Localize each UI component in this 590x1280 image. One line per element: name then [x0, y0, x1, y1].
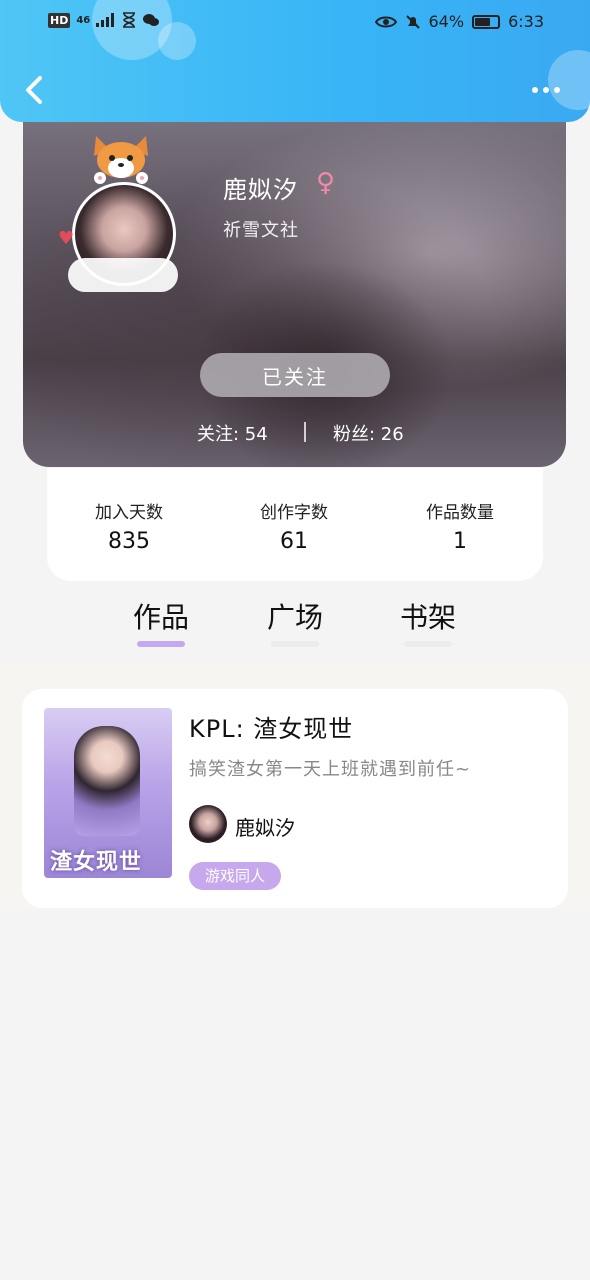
stat-works-count: 作品数量 1 — [390, 498, 530, 554]
female-icon: ♀ — [316, 168, 336, 198]
tab-indicator — [404, 641, 452, 647]
avatar-frame[interactable]: ♥ — [58, 132, 188, 292]
stat-label: 创作字数 — [260, 503, 328, 523]
tab-square[interactable]: 广场 — [250, 596, 340, 636]
cover-title-art: 渣女现世 — [50, 850, 143, 875]
stat-label: 作品数量 — [426, 503, 494, 523]
stat-value: 1 — [453, 529, 467, 554]
top-bar: HD 46 64% 6:33 — [0, 0, 590, 122]
battery-percent: 64% — [428, 12, 465, 31]
work-title[interactable]: KPL: 渣女现世 — [189, 709, 353, 744]
back-button[interactable] — [18, 70, 54, 110]
following-count[interactable]: 关注: 54 — [197, 420, 268, 446]
work-cover-image[interactable]: 渣女现世 — [44, 708, 172, 878]
stat-join-days: 加入天数 835 — [59, 498, 199, 554]
status-bar: HD 46 64% 6:33 — [0, 0, 590, 44]
tab-works[interactable]: 作品 — [116, 596, 206, 636]
user-organization[interactable]: 祈雪文社 — [223, 216, 299, 242]
signal-icon — [96, 13, 115, 27]
work-card[interactable]: 渣女现世 KPL: 渣女现世 搞笑渣女第一天上班就遇到前任~ 鹿姒汐 游戏同人 — [22, 689, 568, 908]
mute-bell-icon — [405, 14, 420, 29]
more-dot — [554, 87, 560, 93]
cloud-decoration — [68, 258, 178, 292]
tab-bar: 作品 广场 书架 — [0, 596, 590, 656]
corgi-decoration-icon — [94, 136, 148, 184]
profile-header: ♥ 鹿姒汐 ♀ 祈雪文社 已关注 关注: 54 粉丝: 26 — [23, 110, 566, 467]
stat-label: 加入天数 — [95, 503, 163, 523]
chevron-left-icon — [26, 76, 42, 104]
clock: 6:33 — [508, 12, 544, 31]
tab-bookshelf[interactable]: 书架 — [383, 596, 473, 636]
stat-value: 61 — [280, 529, 308, 554]
category-tag[interactable]: 游戏同人 — [189, 862, 282, 890]
more-dot — [532, 87, 538, 93]
more-dot — [543, 87, 549, 93]
user-name: 鹿姒汐 — [223, 176, 298, 204]
stat-word-count: 创作字数 61 — [224, 498, 364, 554]
battery-icon — [472, 14, 501, 29]
tab-indicator — [271, 641, 319, 647]
cover-figure — [74, 726, 140, 836]
more-button[interactable] — [526, 78, 566, 102]
network-label: 46 — [76, 14, 91, 26]
author-name[interactable]: 鹿姒汐 — [235, 812, 295, 841]
author-avatar[interactable] — [189, 805, 227, 843]
followed-button[interactable]: 已关注 — [200, 353, 390, 397]
divider — [304, 422, 306, 442]
heart-icon: ♥ — [58, 228, 75, 249]
tab-indicator-active — [137, 641, 185, 647]
wechat-icon — [143, 14, 160, 26]
stats-card: 加入天数 835 创作字数 61 作品数量 1 — [47, 468, 543, 581]
hd-badge: HD — [48, 12, 71, 28]
stat-value: 835 — [108, 529, 150, 554]
eye-icon — [374, 16, 397, 27]
fans-count[interactable]: 粉丝: 26 — [333, 420, 404, 446]
work-description: 搞笑渣女第一天上班就遇到前任~ — [189, 759, 472, 780]
hourglass-icon — [123, 12, 136, 28]
